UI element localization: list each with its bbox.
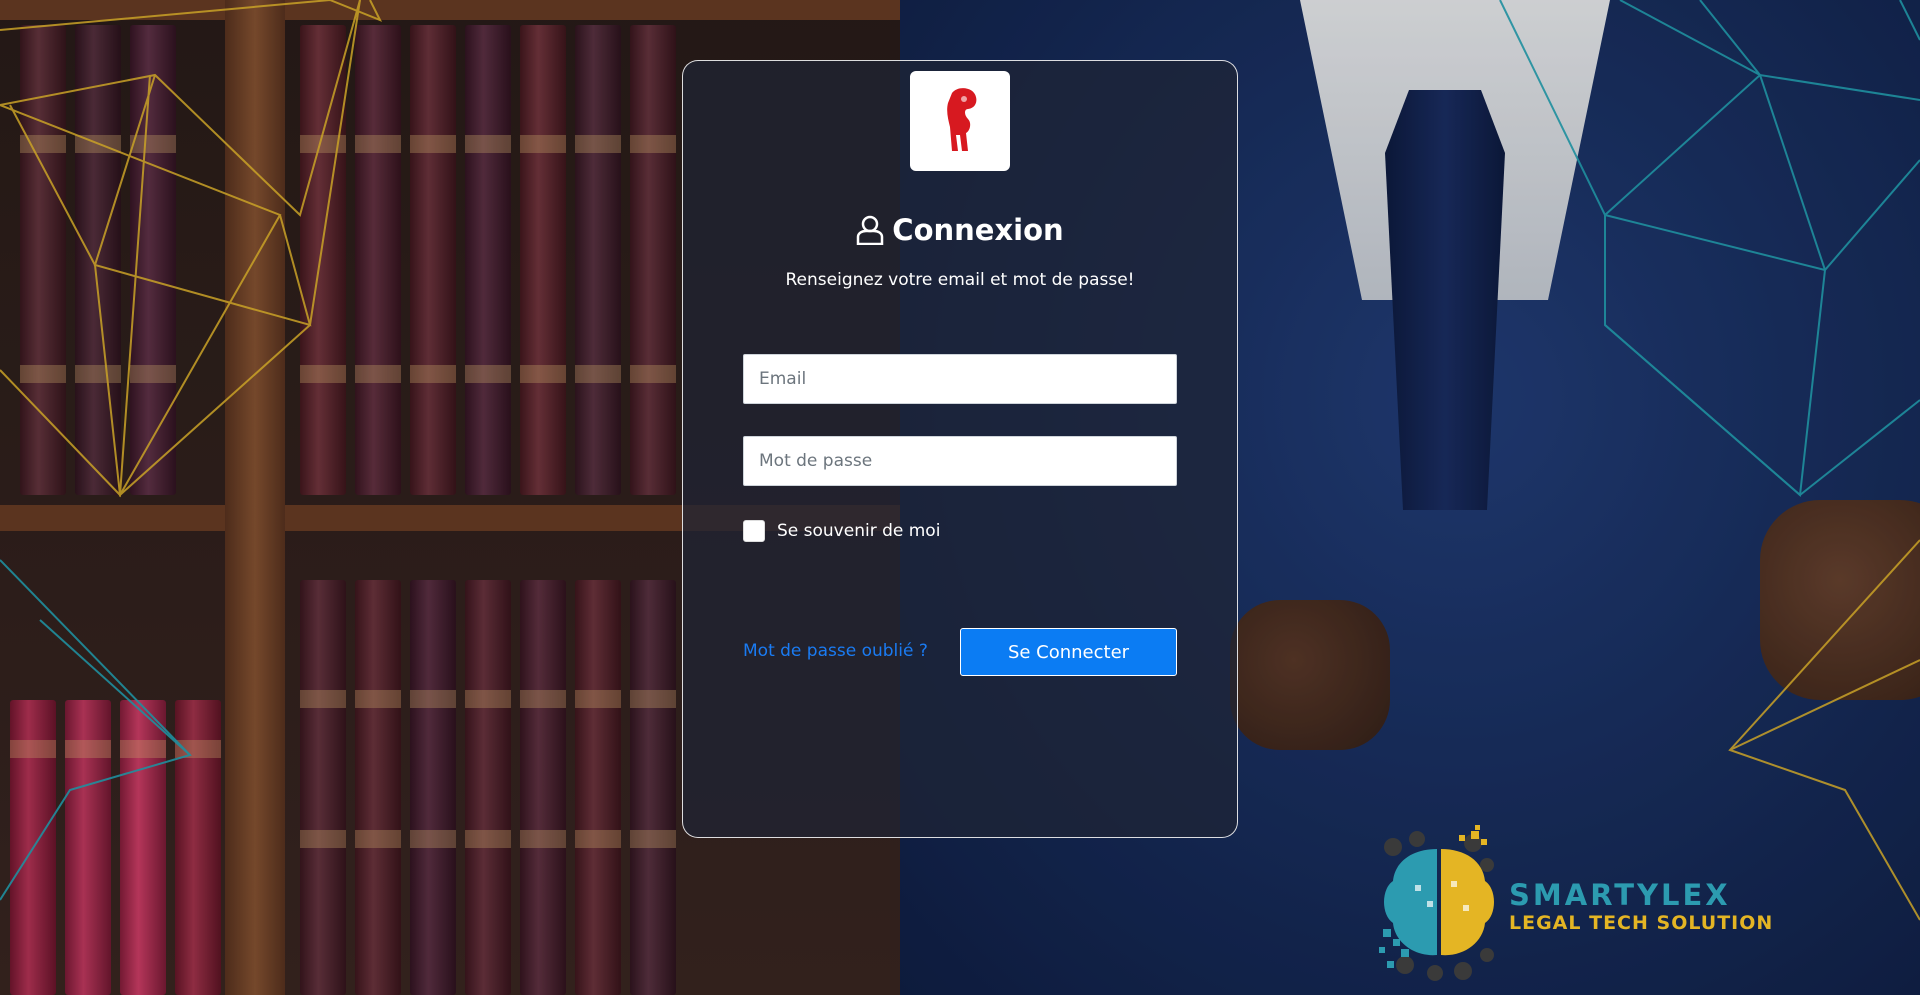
- login-button[interactable]: Se Connecter: [960, 628, 1177, 676]
- smartylex-brand-logo: SMARTYLEX LEGAL TECH SOLUTION: [1375, 825, 1775, 990]
- page-title: Connexion: [892, 213, 1064, 247]
- brand-name: SMARTYLEX: [1509, 878, 1731, 912]
- brand-tagline: LEGAL TECH SOLUTION: [1509, 912, 1774, 934]
- login-subtitle: Renseignez votre email et mot de passe!: [785, 270, 1135, 290]
- password-input[interactable]: [743, 436, 1177, 486]
- brain-chip-icon: [1379, 825, 1494, 981]
- remember-me-label[interactable]: Se souvenir de moi: [777, 521, 940, 541]
- forgot-password-link[interactable]: Mot de passe oublié ?: [743, 641, 928, 661]
- login-card: Connexion Renseignez votre email et mot …: [682, 60, 1238, 838]
- remember-me-checkbox[interactable]: [743, 520, 765, 542]
- red-horse-knight-logo-icon: [947, 88, 977, 151]
- user-icon: [857, 215, 884, 245]
- email-input[interactable]: [743, 354, 1177, 404]
- card-logo: [910, 71, 1010, 171]
- login-heading: Connexion: [683, 213, 1237, 247]
- remember-me-row[interactable]: Se souvenir de moi: [743, 520, 940, 542]
